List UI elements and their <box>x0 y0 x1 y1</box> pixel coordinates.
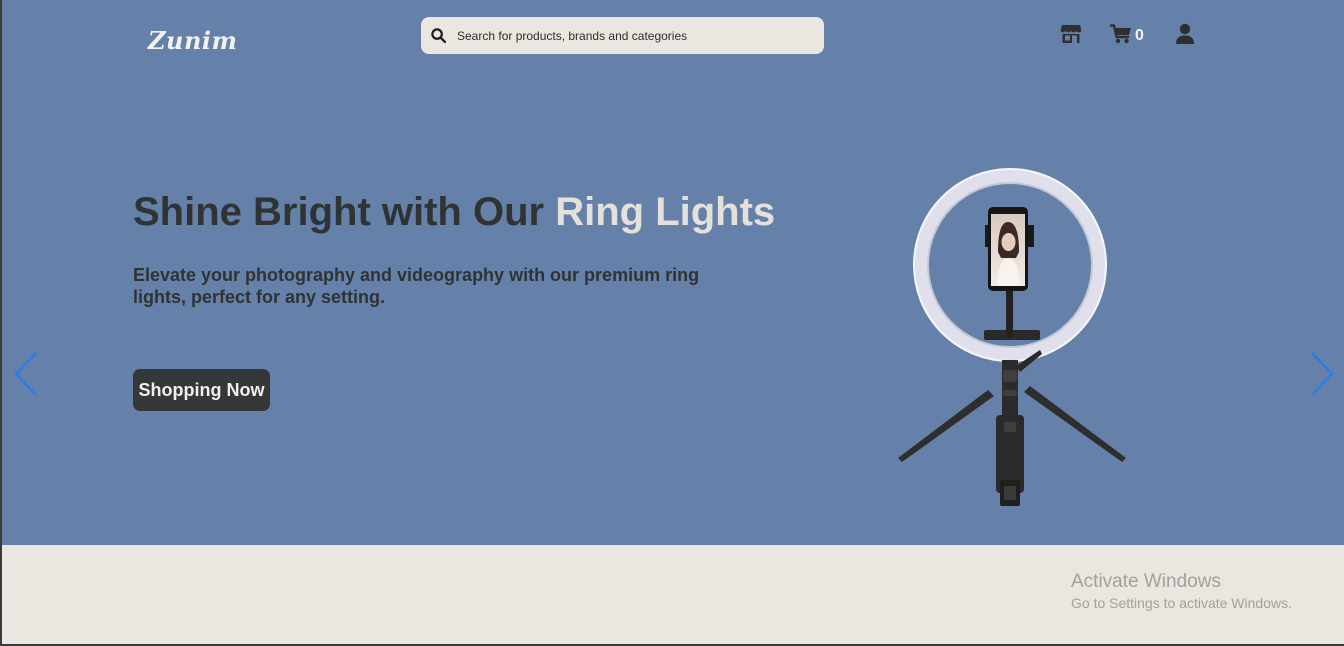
hero-subtext: Elevate your photography and videography… <box>133 265 700 307</box>
watermark-title: Activate Windows <box>1071 571 1221 592</box>
cart-icon[interactable] <box>1108 24 1132 49</box>
windows-activation-watermark: Activate Windows Go to Settings to activ… <box>1071 571 1292 611</box>
site-logo[interactable]: Zunim <box>148 26 237 55</box>
chevron-left-icon[interactable] <box>12 350 40 403</box>
search-bar[interactable] <box>421 17 824 54</box>
cart-count-badge: 0 <box>1135 27 1144 44</box>
watermark-subtitle: Go to Settings to activate Windows. <box>1071 595 1292 611</box>
headline-main-text: Shine Bright with Our <box>133 190 556 234</box>
user-icon[interactable] <box>1175 23 1195 50</box>
store-icon[interactable] <box>1060 24 1082 49</box>
hero-headline: Shine Bright with Our Ring Lights <box>133 190 775 235</box>
chevron-right-icon[interactable] <box>1308 350 1336 403</box>
ring-light-product-image <box>890 160 1140 525</box>
shopping-now-button[interactable]: Shopping Now <box>133 369 270 411</box>
headline-highlight-text: Ring Lights <box>555 190 776 234</box>
search-icon <box>431 28 446 43</box>
search-input[interactable] <box>455 27 799 44</box>
